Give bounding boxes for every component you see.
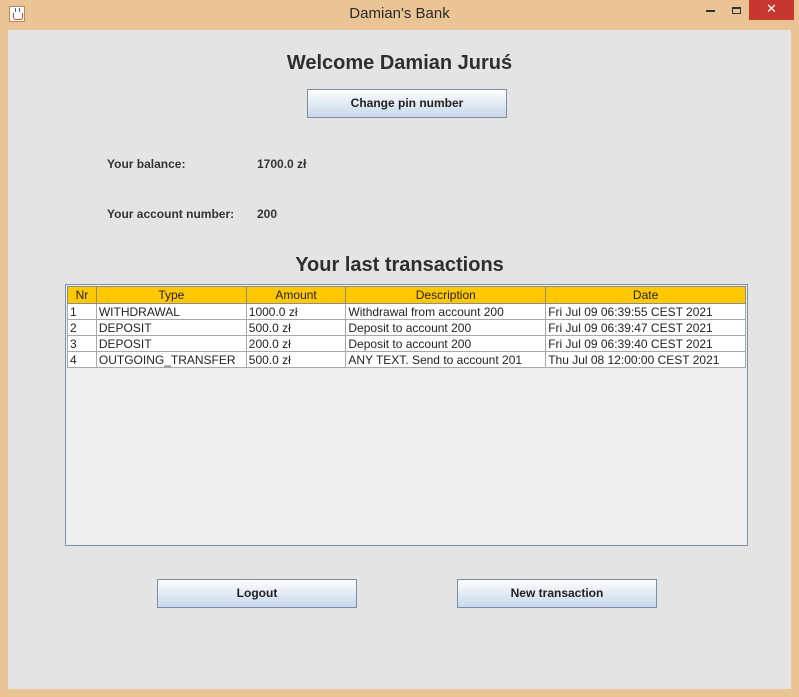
table-header-row: Nr Type Amount Description Date bbox=[67, 286, 746, 304]
minimize-button[interactable] bbox=[697, 0, 723, 20]
cell-nr[interactable]: 1 bbox=[67, 303, 97, 320]
column-header-date[interactable]: Date bbox=[545, 286, 746, 304]
cell-date[interactable]: Fri Jul 09 06:39:47 CEST 2021 bbox=[545, 319, 746, 336]
table-row[interactable]: 3 DEPOSIT 200.0 zł Deposit to account 20… bbox=[67, 335, 746, 352]
close-button[interactable]: ✕ bbox=[749, 0, 794, 20]
column-header-nr[interactable]: Nr bbox=[67, 286, 97, 304]
maximize-button[interactable] bbox=[723, 0, 749, 20]
transactions-table-scrollpane[interactable]: Nr Type Amount Description Date 1 WITHDR… bbox=[65, 284, 748, 546]
window-title: Damian's Bank bbox=[349, 5, 450, 22]
table-row[interactable]: 4 OUTGOING_TRANSFER 500.0 zł ANY TEXT. S… bbox=[67, 351, 746, 368]
welcome-heading: Welcome Damian Juruś bbox=[286, 52, 513, 74]
app-window: Damian's Bank ✕ Welcome Damian Juruś Cha… bbox=[0, 0, 799, 697]
cell-nr[interactable]: 2 bbox=[67, 319, 97, 336]
transactions-heading: Your last transactions bbox=[295, 254, 504, 276]
cell-amount[interactable]: 500.0 zł bbox=[245, 319, 347, 336]
account-number-label: Your account number: bbox=[107, 207, 235, 221]
change-pin-button[interactable]: Change pin number bbox=[307, 89, 507, 118]
balance-label: Your balance: bbox=[107, 157, 186, 171]
maximize-icon bbox=[731, 7, 741, 14]
cell-description[interactable]: Deposit to account 200 bbox=[345, 335, 547, 352]
cell-amount[interactable]: 1000.0 zł bbox=[245, 303, 347, 320]
cell-nr[interactable]: 4 bbox=[67, 351, 97, 368]
transactions-table: Nr Type Amount Description Date 1 WITHDR… bbox=[67, 286, 746, 368]
cell-date[interactable]: Thu Jul 08 12:00:00 CEST 2021 bbox=[545, 351, 746, 368]
balance-value: 1700.0 zł bbox=[257, 157, 307, 171]
cell-amount[interactable]: 500.0 zł bbox=[245, 351, 347, 368]
cell-description[interactable]: Withdrawal from account 200 bbox=[345, 303, 547, 320]
close-icon: ✕ bbox=[766, 2, 777, 17]
table-row[interactable]: 2 DEPOSIT 500.0 zł Deposit to account 20… bbox=[67, 319, 746, 336]
cell-type[interactable]: DEPOSIT bbox=[95, 335, 247, 352]
cell-type[interactable]: DEPOSIT bbox=[95, 319, 247, 336]
cell-type[interactable]: WITHDRAWAL bbox=[95, 303, 247, 320]
account-number-value: 200 bbox=[257, 207, 278, 221]
cell-date[interactable]: Fri Jul 09 06:39:40 CEST 2021 bbox=[545, 335, 746, 352]
logout-button[interactable]: Logout bbox=[157, 579, 357, 608]
title-bar[interactable]: Damian's Bank ✕ bbox=[0, 0, 799, 28]
new-transaction-button[interactable]: New transaction bbox=[457, 579, 657, 608]
table-row[interactable]: 1 WITHDRAWAL 1000.0 zł Withdrawal from a… bbox=[67, 303, 746, 320]
column-header-amount[interactable]: Amount bbox=[245, 286, 347, 304]
cell-description[interactable]: Deposit to account 200 bbox=[345, 319, 547, 336]
cell-type[interactable]: OUTGOING_TRANSFER bbox=[95, 351, 247, 368]
column-header-type[interactable]: Type bbox=[95, 286, 247, 304]
cell-nr[interactable]: 3 bbox=[67, 335, 97, 352]
cell-date[interactable]: Fri Jul 09 06:39:55 CEST 2021 bbox=[545, 303, 746, 320]
cell-amount[interactable]: 200.0 zł bbox=[245, 335, 347, 352]
cell-description[interactable]: ANY TEXT. Send to account 201 bbox=[345, 351, 547, 368]
minimize-icon bbox=[705, 9, 715, 12]
main-panel: Welcome Damian Juruś Change pin number Y… bbox=[8, 30, 791, 689]
column-header-description[interactable]: Description bbox=[345, 286, 547, 304]
